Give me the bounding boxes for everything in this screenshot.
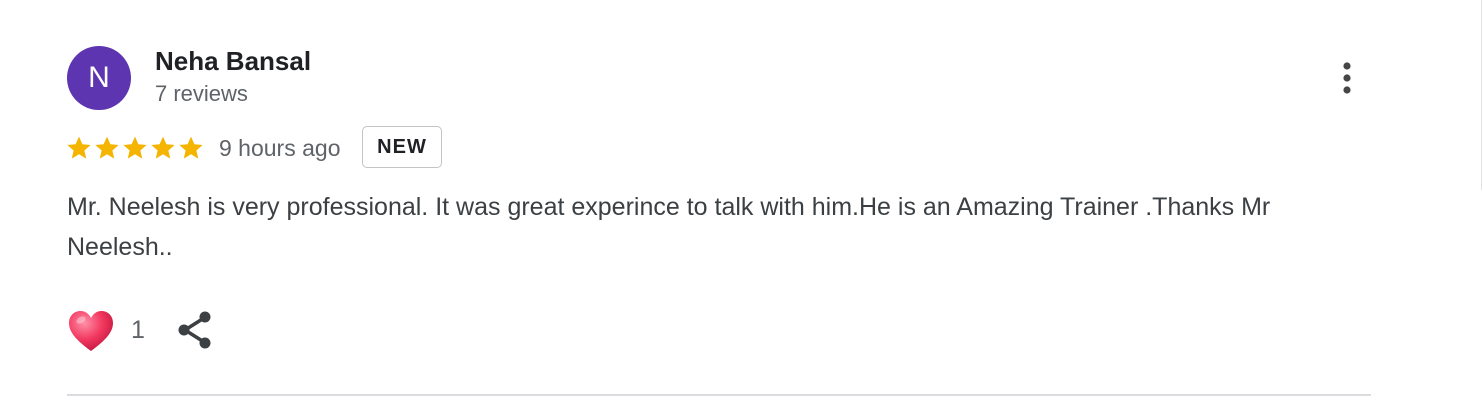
divider: [67, 394, 1371, 396]
new-badge: NEW: [362, 126, 442, 168]
share-button[interactable]: [175, 309, 215, 351]
heart-icon: [69, 311, 113, 351]
star-icon: [67, 136, 91, 159]
reviewer-review-count: 7 reviews: [155, 81, 248, 106]
star-icon: [95, 136, 119, 159]
share-icon: [178, 311, 211, 349]
star-icon: [151, 136, 175, 159]
review-time: 9 hours ago: [219, 135, 341, 161]
scrollbar-edge: [1481, 0, 1482, 190]
more-options-button[interactable]: [1330, 58, 1364, 98]
like-count: 1: [131, 316, 145, 344]
star-icon: [123, 136, 147, 159]
review-text: Mr. Neelesh is very professional. It was…: [67, 193, 1271, 261]
avatar[interactable]: N: [67, 46, 131, 110]
more-vert-icon: [1343, 62, 1351, 94]
reviewer-name[interactable]: Neha Bansal: [155, 46, 311, 76]
like-button[interactable]: [66, 308, 116, 354]
star-icon: [179, 136, 203, 159]
star-rating: [65, 133, 205, 163]
